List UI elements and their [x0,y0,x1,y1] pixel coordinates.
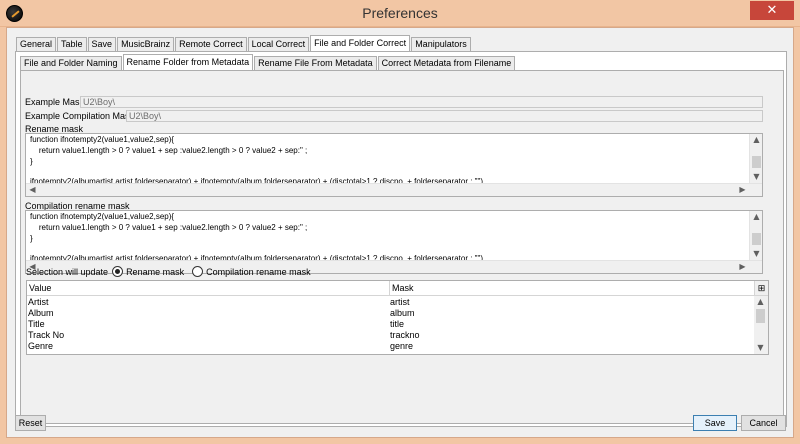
scroll-up-icon[interactable]: ▲ [750,211,762,223]
value-cell: Track No [28,330,65,340]
subtab-correct-metadata-from-filename[interactable]: Correct Metadata from Filename [377,56,516,70]
mask-cell: artist [390,297,410,307]
scroll-right-icon[interactable]: ▶ [736,184,749,196]
scroll-down-icon[interactable]: ▼ [750,171,762,183]
scroll-thumb[interactable] [756,309,765,323]
example-mask-field: U2\Boy\ [80,96,763,108]
table-header: Value Mask [27,281,756,296]
column-chooser-icon[interactable]: ⊞ [754,281,768,296]
rename-mask-editor[interactable]: function ifnotempty2(value1,value2,sep){… [25,133,763,197]
scroll-up-icon[interactable]: ▲ [754,296,767,308]
value-cell: Title [28,319,45,329]
code-line: return value1.length > 0 ? value1 + sep … [30,146,308,155]
horizontal-scrollbar[interactable]: ◀ ▶ [26,183,762,196]
title-bar: Preferences ✕ [0,0,800,27]
scroll-right-icon[interactable]: ▶ [736,261,749,273]
example-compilation-mask-field: U2\Boy\ [126,110,763,122]
subtab-panel: Example Mask U2\Boy\ Example Compilation… [20,70,784,424]
reset-button[interactable]: Reset [15,415,46,431]
compilation-rename-mask-editor[interactable]: function ifnotempty2(value1,value2,sep){… [25,210,763,274]
example-mask-label: Example Mask [25,97,85,107]
compilation-rename-mask-radio-label[interactable]: Compilation rename mask [206,267,311,277]
table-row[interactable]: Album album [27,308,756,319]
tab-table[interactable]: Table [57,37,87,51]
scroll-down-icon[interactable]: ▼ [750,248,762,260]
code-line: } [30,157,33,166]
tab-manipulators[interactable]: Manipulators [411,37,471,51]
tab-general[interactable]: General [16,37,57,51]
mask-fields-table: Value Mask ⊞ Artist artist Album album T… [26,280,769,355]
tab-local-correct[interactable]: Local Correct [247,37,310,51]
mask-cell: genre [390,341,414,351]
column-header-value[interactable]: Value [27,281,389,296]
window-title: Preferences [362,5,438,21]
tab-file-and-folder-correct[interactable]: File and Folder Correct [310,35,411,51]
scroll-up-icon[interactable]: ▲ [750,134,762,146]
table-vertical-scrollbar[interactable]: ▲ ▼ [754,296,768,354]
table-row[interactable]: Artist artist [27,297,756,308]
main-tabs: General Table Save MusicBrainz Remote Co… [16,35,472,51]
scroll-left-icon[interactable]: ◀ [26,184,39,196]
subtab-rename-file-from-metadata[interactable]: Rename File From Metadata [254,56,377,70]
tab-panel: Example Mask U2\Boy\ Example Compilation… [15,51,787,427]
scroll-down-icon[interactable]: ▼ [754,342,767,354]
compilation-rename-mask-radio[interactable] [192,266,204,277]
code-line: function ifnotempty2(value1,value2,sep){ [30,212,175,221]
scroll-thumb[interactable] [752,156,761,168]
table-row[interactable]: Title title [27,319,756,330]
selection-update-row: Selection will update Rename mask Compil… [26,266,311,277]
close-button[interactable]: ✕ [750,1,794,20]
mask-cell: title [390,319,405,329]
table-row[interactable]: Track No trackno [27,330,756,341]
vertical-scrollbar[interactable]: ▲ ▼ [749,134,762,183]
code-line: } [30,234,33,243]
selection-update-label: Selection will update [26,266,109,277]
rename-mask-radio[interactable] [112,266,124,277]
subtab-file-and-folder-naming[interactable]: File and Folder Naming [20,56,122,70]
tab-musicbrainz[interactable]: MusicBrainz [117,37,175,51]
window-frame: Example Mask U2\Boy\ Example Compilation… [0,27,800,444]
dialog-client: Example Mask U2\Boy\ Example Compilation… [6,27,794,438]
rename-mask-radio-label[interactable]: Rename mask [126,267,184,277]
sub-tabs: File and Folder Naming Rename Folder fro… [20,54,516,70]
table-row[interactable]: Genre genre [27,341,756,352]
value-cell: Artist [28,297,49,307]
subtab-rename-folder-from-metadata[interactable]: Rename Folder from Metadata [122,54,254,70]
example-compilation-mask-label: Example Compilation Mask [25,111,135,121]
code-line: function ifnotempty2(value1,value2,sep){ [30,135,175,144]
cancel-button[interactable]: Cancel [741,415,786,431]
vertical-scrollbar[interactable]: ▲ ▼ [749,211,762,260]
value-cell: Genre [28,341,54,351]
save-button[interactable]: Save [693,415,737,431]
mask-cell: trackno [390,330,420,340]
tab-remote-correct[interactable]: Remote Correct [175,37,247,51]
scroll-thumb[interactable] [752,233,761,245]
value-cell: Album [28,308,54,318]
column-header-mask[interactable]: Mask [389,281,756,296]
mask-cell: album [390,308,415,318]
tab-save[interactable]: Save [87,37,117,51]
code-line: return value1.length > 0 ? value1 + sep … [30,223,308,232]
